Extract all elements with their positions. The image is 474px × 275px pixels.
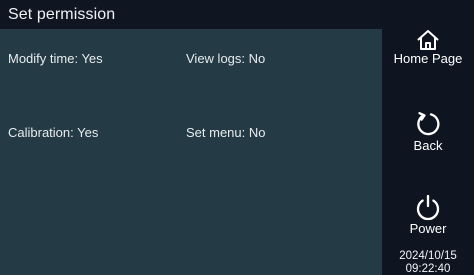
back-button[interactable]: Back bbox=[386, 110, 470, 153]
back-label: Back bbox=[413, 138, 443, 153]
set-menu-permission: Set menu: No bbox=[186, 125, 266, 140]
datetime-display: 2024/10/15 09:22:40 bbox=[382, 250, 474, 275]
permissions-panel: Modify time: Yes View logs: No Calibrati… bbox=[0, 29, 382, 275]
home-page-button[interactable]: Home Page bbox=[386, 29, 470, 66]
home-page-label: Home Page bbox=[393, 51, 463, 66]
time-text: 09:22:40 bbox=[405, 263, 451, 275]
calibration-permission: Calibration: Yes bbox=[8, 125, 99, 140]
sidebar: Home Page Back Power bbox=[382, 0, 474, 275]
screen: Set permission Modify time: Yes View log… bbox=[0, 0, 474, 275]
power-label: Power bbox=[409, 221, 447, 236]
power-button[interactable]: Power bbox=[386, 193, 470, 236]
modify-time-permission: Modify time: Yes bbox=[8, 51, 103, 66]
home-icon bbox=[417, 30, 439, 50]
power-icon bbox=[416, 194, 440, 221]
date-text: 2024/10/15 bbox=[399, 250, 457, 262]
view-logs-permission: View logs: No bbox=[186, 51, 266, 66]
page-title: Set permission bbox=[8, 6, 116, 23]
refresh-arrow-icon bbox=[417, 112, 440, 136]
